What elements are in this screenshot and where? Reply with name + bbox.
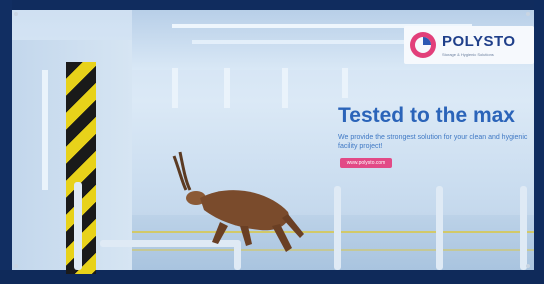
advertising-banner: POLYSTO Storage & Hygienic Solutions Tes… [12, 10, 534, 274]
fence-frame-left [0, 0, 12, 284]
banner-subline: We provide the strongest solution for yo… [338, 134, 528, 150]
wall-light-panel [42, 70, 48, 190]
grommet [14, 264, 18, 268]
brand-name: POLYSTO [442, 33, 516, 50]
website-cta: www.polysto.com [340, 158, 392, 168]
outdoor-banner-photo: POLYSTO Storage & Hygienic Solutions Tes… [0, 0, 544, 284]
polysto-logo-badge: POLYSTO Storage & Hygienic Solutions [404, 26, 534, 64]
wall-light-panel [282, 68, 288, 108]
fence-frame-right [534, 0, 544, 284]
brand-tagline: Storage & Hygienic Solutions [442, 52, 494, 57]
polysto-logo-icon [410, 32, 436, 58]
bollard [436, 186, 443, 270]
bollard [520, 186, 527, 270]
leaping-ibex-illustration [172, 151, 304, 252]
bollard [334, 186, 341, 270]
grommet [526, 12, 530, 16]
grommet [14, 12, 18, 16]
fence-frame-top [0, 0, 544, 10]
wall-light-panel [342, 68, 348, 98]
guard-rail-post [74, 182, 82, 270]
wall-light-panel [224, 68, 230, 108]
banner-headline: Tested to the max [338, 104, 515, 127]
wall-light-panel [172, 68, 178, 108]
grommet [526, 264, 530, 268]
